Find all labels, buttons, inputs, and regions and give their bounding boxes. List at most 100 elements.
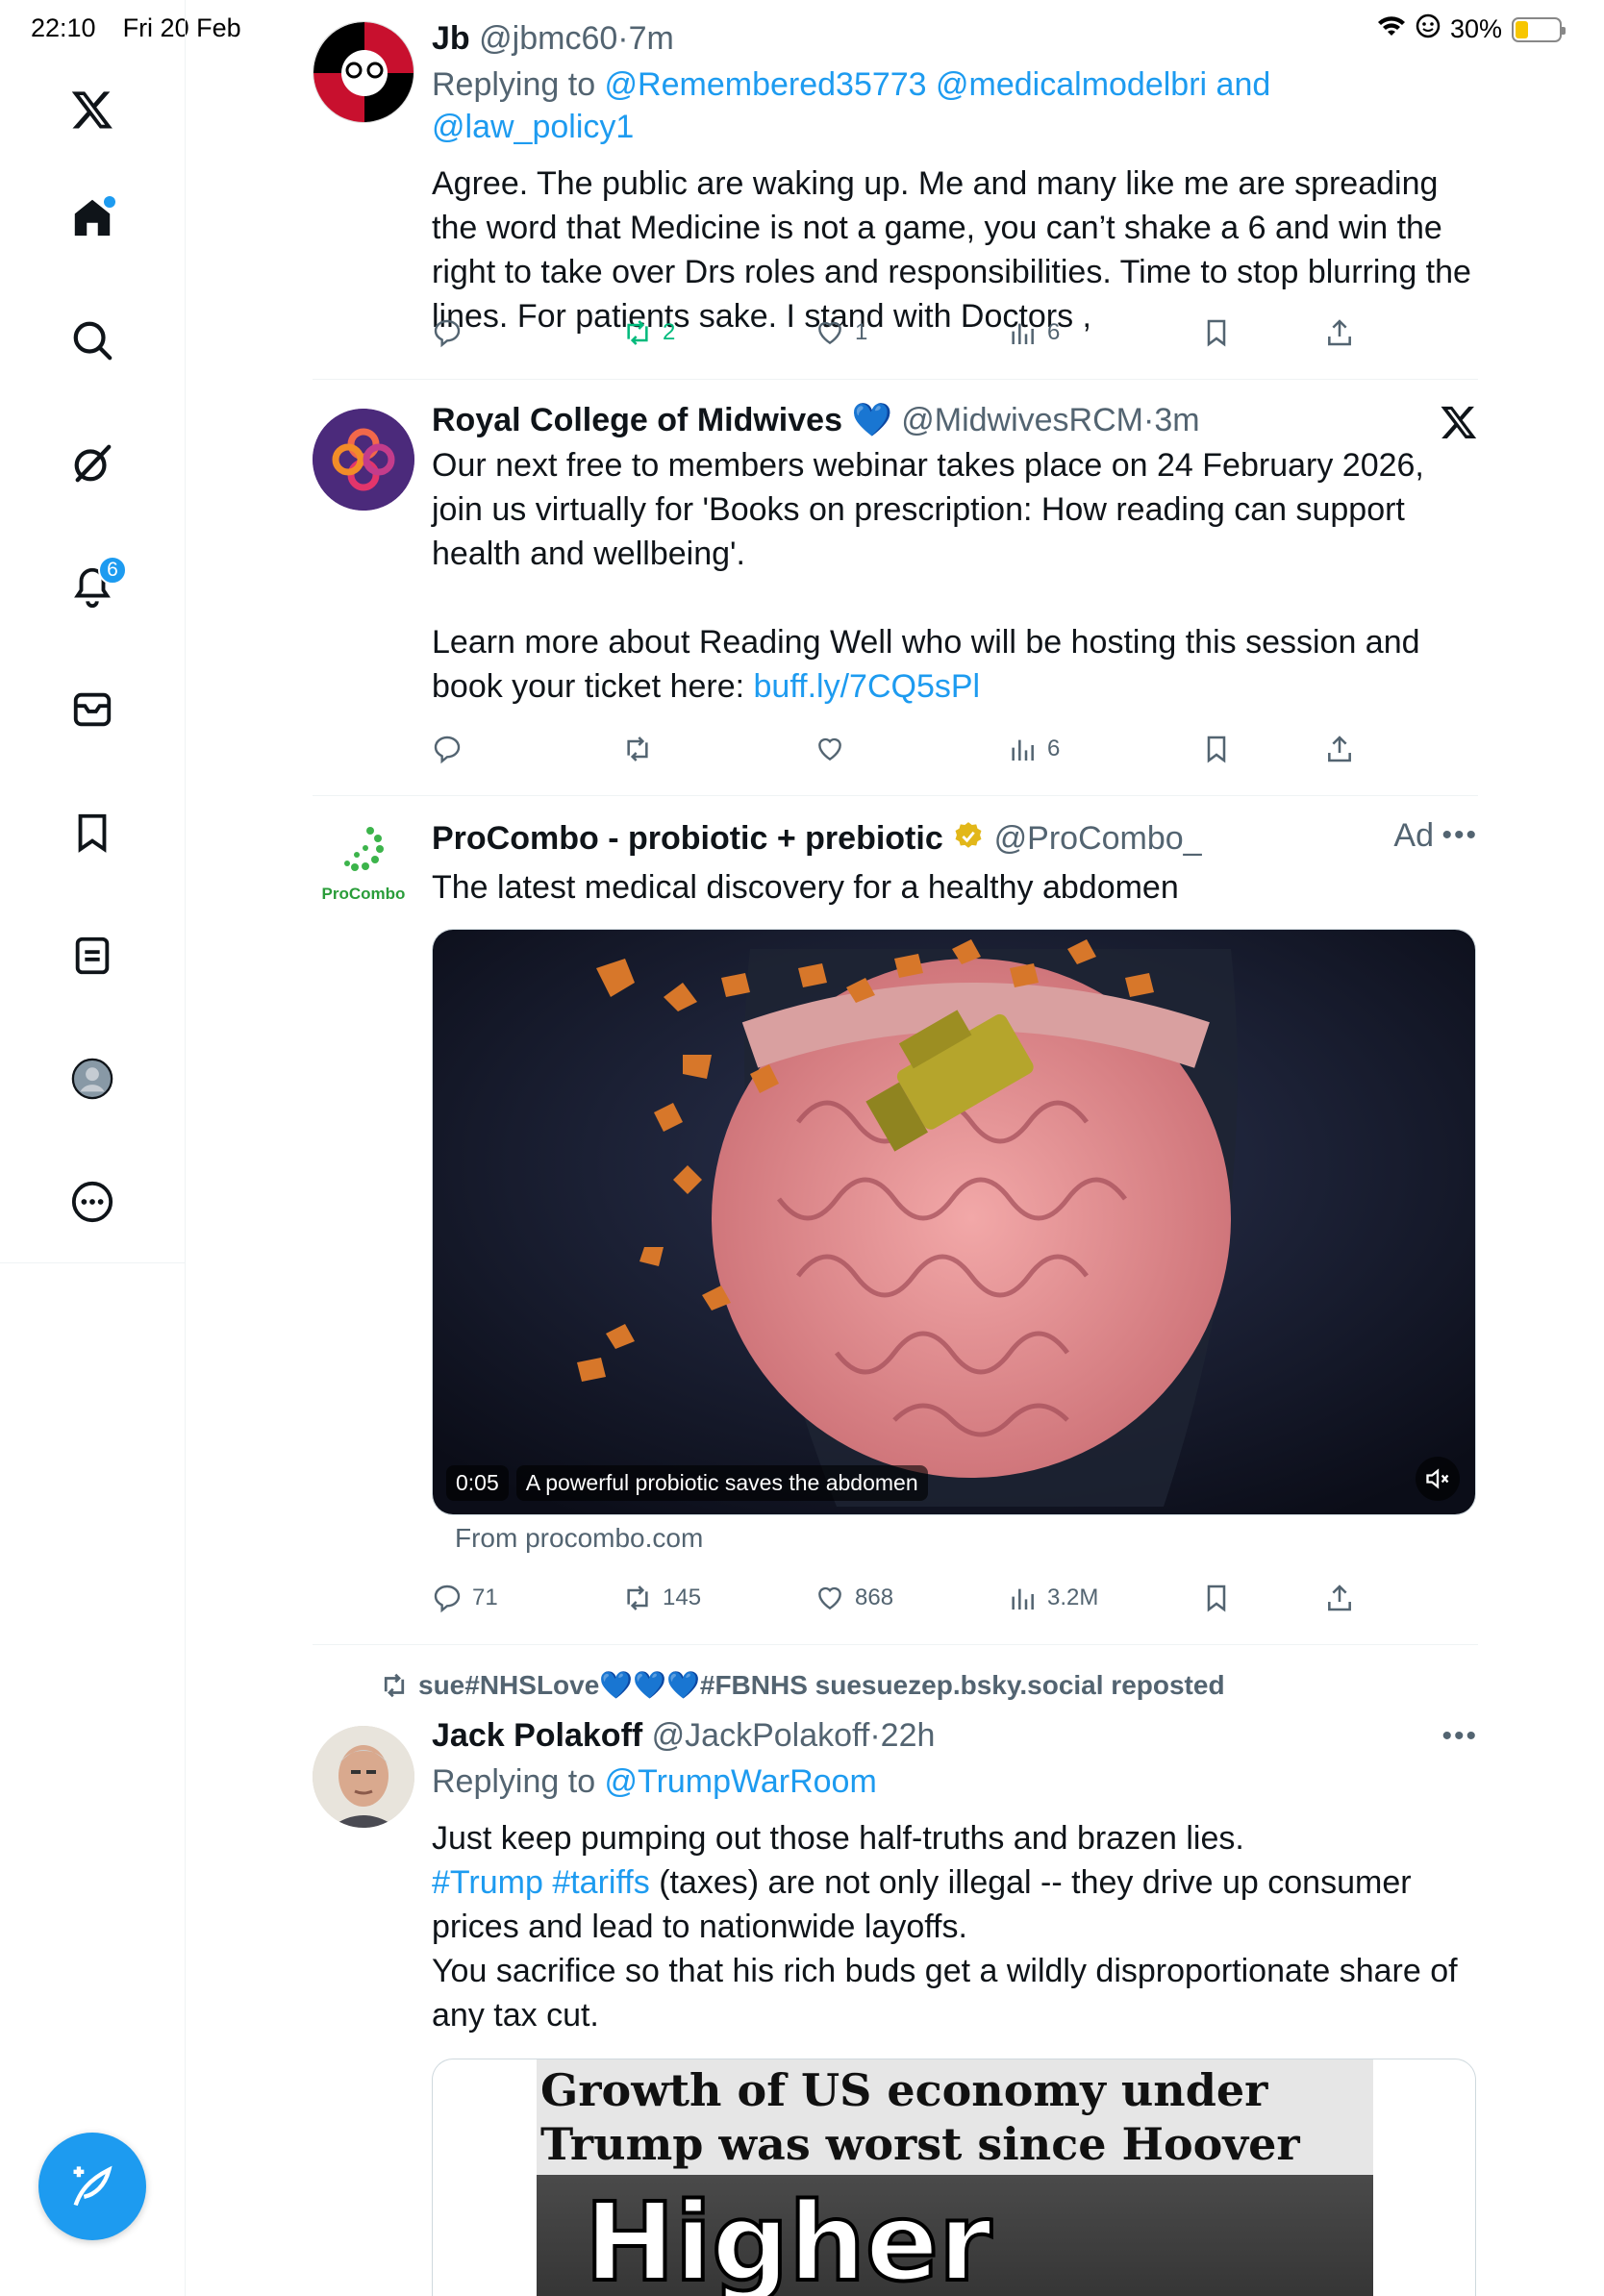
video-frame	[433, 930, 1475, 1514]
post-procombo-ad[interactable]: ProCombo ProCombo - probiotic + prebioti…	[313, 796, 1478, 1644]
compose-feather-icon	[73, 2165, 113, 2207]
like-button[interactable]: 868	[815, 1577, 893, 1619]
sidebar: 6	[0, 0, 186, 2296]
author-name[interactable]: ProCombo - probiotic + prebiotic	[432, 820, 943, 857]
like-button[interactable]: 1	[815, 312, 867, 354]
sidebar-item-notifications[interactable]: 6	[62, 556, 127, 617]
reply-button[interactable]	[432, 312, 463, 354]
replying-to: Replying to @TrumpWarRoom	[432, 1760, 1476, 1803]
post-text: Just keep pumping out those half-truths …	[432, 1820, 1244, 1857]
views-count: 6	[1047, 319, 1061, 345]
post-header: Jb @jbmc60·7m	[432, 17, 1476, 60]
author-name[interactable]: Jb	[432, 20, 470, 57]
bookmarks-icon	[78, 813, 107, 853]
lists-icon	[75, 936, 110, 975]
sidebar-item-home[interactable]	[62, 187, 123, 248]
like-count: 1	[855, 319, 868, 345]
sidebar-item-more[interactable]	[62, 1171, 123, 1233]
post-text-3: You sacrifice so that his rich buds get …	[432, 1953, 1458, 2034]
share-button[interactable]	[1324, 1577, 1355, 1619]
video-player[interactable]: 0:05 A powerful probiotic saves the abdo…	[432, 929, 1476, 1515]
post-jack-polakoff[interactable]: sue#NHSLove💙💙💙#FBNHS suesuezep.bsky.soci…	[313, 1645, 1478, 2296]
repost-context-text: sue#NHSLove💙💙💙#FBNHS suesuezep.bsky.soci…	[418, 1670, 1225, 1700]
video-timestamp: 0:05	[446, 1465, 509, 1501]
post-actions: 2 1 6	[432, 312, 1393, 354]
bookmark-button[interactable]	[1201, 1577, 1232, 1619]
post-time[interactable]: 22h	[881, 1717, 936, 1754]
share-icon	[1328, 736, 1351, 762]
post-text: Our next free to members webinar takes p…	[432, 447, 1424, 572]
post-link[interactable]: buff.ly/7CQ5sPl	[754, 668, 981, 705]
bookmark-button[interactable]	[1201, 728, 1232, 770]
views-button[interactable]: 6	[1007, 728, 1060, 770]
heart-icon	[818, 1586, 841, 1610]
more-options-icon[interactable]: •••	[1441, 819, 1478, 852]
reply-button[interactable]	[432, 728, 463, 770]
views-icon	[1012, 739, 1034, 761]
reply-button[interactable]: 71	[432, 1577, 498, 1619]
reply-icon	[434, 1585, 461, 1613]
repost-count: 145	[663, 1585, 702, 1610]
author-handle[interactable]: @MidwivesRCM	[901, 402, 1143, 438]
bookmark-icon	[1207, 736, 1226, 763]
video-caption: A powerful probiotic saves the abdomen	[515, 1465, 928, 1501]
sidebar-item-messages[interactable]	[62, 679, 123, 740]
bookmark-icon	[1207, 1585, 1226, 1612]
share-icon	[1328, 1585, 1351, 1611]
grok-icon	[74, 444, 112, 483]
post-jb[interactable]: Jb @jbmc60·7m Replying to @Remembered357…	[313, 0, 1478, 379]
avatar[interactable]	[313, 21, 414, 123]
post-time[interactable]: 7m	[629, 20, 674, 57]
author-handle[interactable]: @ProCombo_	[994, 820, 1202, 857]
share-button[interactable]	[1324, 312, 1355, 354]
repost-context[interactable]: sue#NHSLove💙💙💙#FBNHS suesuezep.bsky.soci…	[380, 1668, 1225, 1703]
sidebar-item-grok[interactable]	[62, 433, 123, 494]
avatar[interactable]	[313, 1726, 414, 1828]
messages-icon	[73, 692, 112, 727]
compose-button[interactable]	[38, 2133, 146, 2240]
bookmark-icon	[1207, 319, 1226, 347]
search-icon	[73, 321, 113, 361]
share-button[interactable]	[1324, 728, 1355, 770]
post-content: Royal College of Midwives 💙 @MidwivesRCM…	[432, 399, 1476, 709]
ad-source[interactable]: From procombo.com	[455, 1523, 703, 1554]
views-button[interactable]: 3.2M	[1007, 1577, 1098, 1619]
more-options-icon[interactable]: •••	[1441, 1720, 1478, 1753]
x-logo-icon[interactable]	[62, 79, 123, 140]
hashtag-links[interactable]: #Trump #tariffs	[432, 1864, 650, 1901]
author-handle[interactable]: @JackPolakoff	[652, 1717, 870, 1754]
views-icon	[1012, 323, 1034, 344]
post-rcm[interactable]: Royal College of Midwives 💙 @MidwivesRCM…	[313, 380, 1478, 795]
image-photo: Higher	[537, 2175, 1373, 2296]
avatar[interactable]	[313, 409, 414, 511]
mute-button[interactable]	[1416, 1457, 1460, 1501]
repost-count: 2	[663, 319, 676, 345]
sidebar-item-bookmarks[interactable]	[62, 802, 123, 863]
x-logo-icon	[1440, 403, 1478, 441]
repost-button[interactable]	[622, 728, 653, 770]
author-name[interactable]: Royal College of Midwives	[432, 402, 842, 438]
bookmark-button[interactable]	[1201, 312, 1232, 354]
post-actions: 71 145 868 3.2M	[432, 1577, 1393, 1619]
post-time[interactable]: 3m	[1154, 402, 1199, 438]
post-header: ProCombo - probiotic + prebiotic @ProCom…	[432, 817, 1476, 863]
reply-target-links[interactable]: @TrumpWarRoom	[605, 1763, 877, 1800]
image-overlay-word: Higher	[583, 2179, 993, 2296]
avatar[interactable]: ProCombo	[313, 821, 414, 923]
repost-icon	[627, 736, 648, 761]
post-text: The latest medical discovery for a healt…	[432, 869, 1179, 906]
repost-button[interactable]: 2	[622, 312, 675, 354]
post-image[interactable]: Growth of US economy under Trump was wor…	[432, 2059, 1476, 2296]
sidebar-item-search[interactable]	[62, 310, 123, 371]
author-handle[interactable]: @jbmc60	[479, 20, 617, 57]
repost-button[interactable]: 145	[622, 1577, 701, 1619]
reply-count: 71	[472, 1585, 498, 1610]
like-button[interactable]	[815, 728, 845, 770]
ad-label: Ad	[1393, 817, 1434, 854]
sidebar-item-profile[interactable]	[62, 1048, 123, 1110]
author-name[interactable]: Jack Polakoff	[432, 1717, 642, 1754]
sidebar-item-lists[interactable]	[62, 925, 123, 986]
repost-icon	[384, 1673, 405, 1698]
views-button[interactable]: 6	[1007, 312, 1060, 354]
views-count: 3.2M	[1047, 1585, 1099, 1610]
